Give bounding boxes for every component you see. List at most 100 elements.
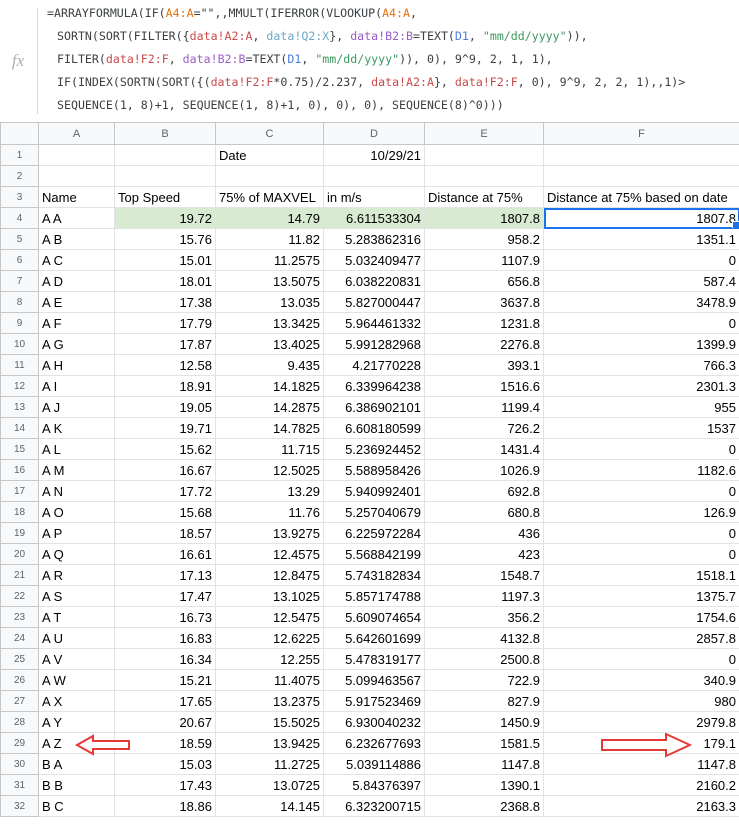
cell-c7[interactable]: 13.5075 xyxy=(215,270,324,292)
cell-e8[interactable]: 3637.8 xyxy=(424,291,544,313)
cell-c32[interactable]: 14.145 xyxy=(215,795,324,817)
cell-e15[interactable]: 1431.4 xyxy=(424,438,544,460)
cell-f28[interactable]: 2979.8 xyxy=(543,711,739,733)
cell-e24[interactable]: 4132.8 xyxy=(424,627,544,649)
column-header-a[interactable]: A xyxy=(38,122,115,145)
spreadsheet-grid[interactable]: A B C D E F 1 Date 10/29/21 2 3 Name Top Speed… xyxy=(0,122,739,817)
cell-c13[interactable]: 14.2875 xyxy=(215,396,324,418)
cell-c10[interactable]: 13.4025 xyxy=(215,333,324,355)
cell-c28[interactable]: 15.5025 xyxy=(215,711,324,733)
cell-d20[interactable]: 5.568842199 xyxy=(323,543,425,565)
cell-a9[interactable]: A F xyxy=(38,312,115,334)
cell-d11[interactable]: 4.21770228 xyxy=(323,354,425,376)
cell-a10[interactable]: A G xyxy=(38,333,115,355)
cell-b4[interactable]: 19.72 xyxy=(114,207,216,229)
cell-c29[interactable]: 13.9425 xyxy=(215,732,324,754)
cell-d15[interactable]: 5.236924452 xyxy=(323,438,425,460)
cell-e2[interactable] xyxy=(424,165,544,187)
cell-a19[interactable]: A P xyxy=(38,522,115,544)
cell-f7[interactable]: 587.4 xyxy=(543,270,739,292)
row-header[interactable]: 20 xyxy=(0,543,39,565)
formula-input[interactable]: =ARRAYFORMULA(IF(A4:A="",,MMULT(IFERROR(… xyxy=(47,2,737,117)
cell-d8[interactable]: 5.827000447 xyxy=(323,291,425,313)
row-header[interactable]: 30 xyxy=(0,753,39,775)
cell-e18[interactable]: 680.8 xyxy=(424,501,544,523)
cell-e28[interactable]: 1450.9 xyxy=(424,711,544,733)
cell-b11[interactable]: 12.58 xyxy=(114,354,216,376)
row-header[interactable]: 14 xyxy=(0,417,39,439)
cell-e5[interactable]: 958.2 xyxy=(424,228,544,250)
cell-c3[interactable]: 75% of MAXVEL xyxy=(215,186,324,208)
cell-b16[interactable]: 16.67 xyxy=(114,459,216,481)
cell-c4[interactable]: 14.79 xyxy=(215,207,324,229)
cell-e7[interactable]: 656.8 xyxy=(424,270,544,292)
row-header[interactable]: 24 xyxy=(0,627,39,649)
cell-d22[interactable]: 5.857174788 xyxy=(323,585,425,607)
cell-f6[interactable]: 0 xyxy=(543,249,739,271)
cell-a31[interactable]: B B xyxy=(38,774,115,796)
cell-a4[interactable]: A A xyxy=(38,207,115,229)
cell-d19[interactable]: 6.225972284 xyxy=(323,522,425,544)
cell-b22[interactable]: 17.47 xyxy=(114,585,216,607)
row-header[interactable]: 13 xyxy=(0,396,39,418)
cell-b14[interactable]: 19.71 xyxy=(114,417,216,439)
cell-b2[interactable] xyxy=(114,165,216,187)
cell-a7[interactable]: A D xyxy=(38,270,115,292)
row-header[interactable]: 12 xyxy=(0,375,39,397)
cell-a21[interactable]: A R xyxy=(38,564,115,586)
cell-a13[interactable]: A J xyxy=(38,396,115,418)
cell-e1[interactable] xyxy=(424,144,544,166)
cell-c30[interactable]: 11.2725 xyxy=(215,753,324,775)
fill-handle[interactable] xyxy=(732,221,739,228)
cell-d21[interactable]: 5.743182834 xyxy=(323,564,425,586)
cell-e31[interactable]: 1390.1 xyxy=(424,774,544,796)
cell-c27[interactable]: 13.2375 xyxy=(215,690,324,712)
cell-b7[interactable]: 18.01 xyxy=(114,270,216,292)
cell-d7[interactable]: 6.038220831 xyxy=(323,270,425,292)
select-all-corner[interactable] xyxy=(0,122,39,145)
cell-a12[interactable]: A I xyxy=(38,375,115,397)
cell-d18[interactable]: 5.257040679 xyxy=(323,501,425,523)
cell-d9[interactable]: 5.964461332 xyxy=(323,312,425,334)
cell-b21[interactable]: 17.13 xyxy=(114,564,216,586)
cell-e4[interactable]: 1807.8 xyxy=(424,207,544,229)
cell-a3[interactable]: Name xyxy=(38,186,115,208)
row-header[interactable]: 15 xyxy=(0,438,39,460)
cell-f10[interactable]: 1399.9 xyxy=(543,333,739,355)
cell-a22[interactable]: A S xyxy=(38,585,115,607)
row-header[interactable]: 17 xyxy=(0,480,39,502)
row-header[interactable]: 6 xyxy=(0,249,39,271)
cell-a14[interactable]: A K xyxy=(38,417,115,439)
cell-a1[interactable] xyxy=(38,144,115,166)
cell-c22[interactable]: 13.1025 xyxy=(215,585,324,607)
row-header[interactable]: 27 xyxy=(0,690,39,712)
cell-c17[interactable]: 13.29 xyxy=(215,480,324,502)
cell-f32[interactable]: 2163.3 xyxy=(543,795,739,817)
cell-d6[interactable]: 5.032409477 xyxy=(323,249,425,271)
row-header[interactable]: 10 xyxy=(0,333,39,355)
cell-d2[interactable] xyxy=(323,165,425,187)
cell-f3[interactable]: Distance at 75% based on date xyxy=(543,186,739,208)
row-header[interactable]: 28 xyxy=(0,711,39,733)
row-header[interactable]: 22 xyxy=(0,585,39,607)
cell-f18[interactable]: 126.9 xyxy=(543,501,739,523)
cell-b25[interactable]: 16.34 xyxy=(114,648,216,670)
cell-b8[interactable]: 17.38 xyxy=(114,291,216,313)
cell-c21[interactable]: 12.8475 xyxy=(215,564,324,586)
cell-c2[interactable] xyxy=(215,165,324,187)
row-header[interactable]: 19 xyxy=(0,522,39,544)
row-header[interactable]: 8 xyxy=(0,291,39,313)
cell-f9[interactable]: 0 xyxy=(543,312,739,334)
cell-c18[interactable]: 11.76 xyxy=(215,501,324,523)
cell-f24[interactable]: 2857.8 xyxy=(543,627,739,649)
column-header-b[interactable]: B xyxy=(114,122,216,145)
cell-a2[interactable] xyxy=(38,165,115,187)
cell-d13[interactable]: 6.386902101 xyxy=(323,396,425,418)
cell-e9[interactable]: 1231.8 xyxy=(424,312,544,334)
cell-e23[interactable]: 356.2 xyxy=(424,606,544,628)
cell-f12[interactable]: 2301.3 xyxy=(543,375,739,397)
cell-f27[interactable]: 980 xyxy=(543,690,739,712)
cell-e29[interactable]: 1581.5 xyxy=(424,732,544,754)
cell-a8[interactable]: A E xyxy=(38,291,115,313)
formula-bar[interactable]: fx =ARRAYFORMULA(IF(A4:A="",,MMULT(IFERR… xyxy=(0,0,739,123)
